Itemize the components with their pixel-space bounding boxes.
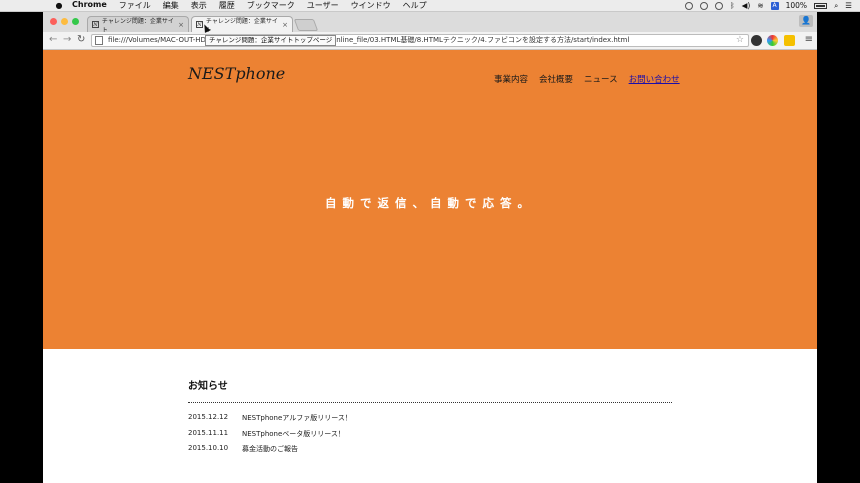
global-nav: 事業内容 会社概要 ニュース お問い合わせ xyxy=(494,73,680,85)
news-item: 2015.11.11 NESTphoneベータ版リリース！ xyxy=(188,429,672,445)
zoom-window-button[interactable] xyxy=(72,18,79,25)
notification-center-icon[interactable]: ☰ xyxy=(845,1,852,10)
favicon-icon: N xyxy=(92,21,99,28)
nav-contact[interactable]: お問い合わせ xyxy=(629,73,680,85)
browser-toolbar: ← → ↻ file:///Volumes/MAC-OUT-HD online_f… xyxy=(43,32,817,50)
profile-icon[interactable]: 👤 xyxy=(799,15,813,27)
tab-close-icon[interactable]: × xyxy=(282,21,288,29)
news-date: 2015.10.10 xyxy=(188,444,229,452)
battery-icon[interactable] xyxy=(814,2,828,9)
minimize-window-button[interactable] xyxy=(61,18,68,25)
tab-title: チャレンジ問題：企業サイト xyxy=(205,17,278,34)
extension-folder-icon[interactable] xyxy=(784,35,795,46)
menu-view[interactable]: 表示 xyxy=(185,0,213,11)
bookmark-star-icon[interactable]: ☆ xyxy=(736,35,744,46)
chrome-window: N チャレンジ問題：企業サイト × N チャレンジ問題：企業サイト × 👤 ← … xyxy=(43,12,817,483)
browser-tab[interactable]: N チャレンジ問題：企業サイト × xyxy=(87,16,189,34)
nav-business[interactable]: 事業内容 xyxy=(494,73,528,85)
reload-icon[interactable]: ↻ xyxy=(77,34,85,45)
window-controls xyxy=(50,18,79,25)
app-menu: Chrome ファイル 編集 表示 履歴 ブックマーク ユーザー ウインドウ ヘ… xyxy=(72,0,433,11)
chat-icon[interactable] xyxy=(700,1,709,10)
news-date: 2015.12.12 xyxy=(188,413,229,421)
menu-window[interactable]: ウインドウ xyxy=(345,0,397,11)
tab-title: チャレンジ問題：企業サイト xyxy=(101,17,174,34)
input-source-icon[interactable]: A xyxy=(770,1,779,10)
tab-strip: N チャレンジ問題：企業サイト × N チャレンジ問題：企業サイト × 👤 xyxy=(43,12,817,34)
nav-news[interactable]: ニュース xyxy=(584,73,618,85)
close-window-button[interactable] xyxy=(50,18,57,25)
tab-close-icon[interactable]: × xyxy=(178,21,184,29)
forward-icon[interactable]: → xyxy=(63,34,71,45)
status-area: ᛒ ◀) ≋ A 100% ⌕ ☰ xyxy=(685,0,852,11)
volume-icon[interactable]: ◀) xyxy=(742,1,751,10)
nav-company[interactable]: 会社概要 xyxy=(539,73,573,85)
news-date: 2015.11.11 xyxy=(188,428,229,437)
record-icon[interactable] xyxy=(685,1,694,10)
web-page: NESTphone 事業内容 会社概要 ニュース お問い合わせ 自動で返信、自動… xyxy=(43,50,817,483)
extension-dark-icon[interactable] xyxy=(751,35,762,46)
bluetooth-icon[interactable]: ᛒ xyxy=(730,1,735,10)
mac-menu-bar: ● Chrome ファイル 編集 表示 履歴 ブックマーク ユーザー ウインドウ… xyxy=(0,0,860,12)
url-text: file:///Volumes/MAC-OUT-HD online_file/03… xyxy=(108,36,630,44)
hero-tagline: 自動で返信、自動で応答。 xyxy=(325,196,535,210)
new-tab-button[interactable] xyxy=(293,19,319,31)
spotlight-icon[interactable]: ⌕ xyxy=(834,1,838,11)
news-item: 2015.10.10 募金活動のご報告 xyxy=(188,444,672,460)
tab-tooltip: チャレンジ問題：企業サイトトップページ xyxy=(205,35,337,46)
address-bar[interactable]: file:///Volumes/MAC-OUT-HD online_file/03… xyxy=(91,34,749,47)
menu-edit[interactable]: 編集 xyxy=(157,0,185,11)
page-icon xyxy=(95,36,103,45)
site-logo[interactable]: NESTphone xyxy=(188,64,285,83)
chrome-menu-icon[interactable]: ≡ xyxy=(805,34,813,45)
wifi-icon[interactable]: ≋ xyxy=(757,1,763,10)
menu-bookmarks[interactable]: ブックマーク xyxy=(241,0,301,11)
menu-help[interactable]: ヘルプ xyxy=(397,0,433,11)
menu-app-name[interactable]: Chrome xyxy=(72,0,113,11)
extension-color-icon[interactable] xyxy=(767,35,778,46)
news-title: NESTphoneベータ版リリース！ xyxy=(242,429,345,438)
menu-history[interactable]: 履歴 xyxy=(213,0,241,11)
menu-people[interactable]: ユーザー xyxy=(301,0,345,11)
apple-menu-icon[interactable]: ● xyxy=(55,1,63,10)
news-list: 2015.12.12 NESTphoneアルファ版リリース！ 2015.11.1… xyxy=(188,413,672,460)
battery-percent: 100% xyxy=(785,1,808,10)
news-title: NESTphoneアルファ版リリース！ xyxy=(242,414,352,422)
back-icon[interactable]: ← xyxy=(49,34,57,45)
news-divider xyxy=(188,402,672,403)
hero-section: NESTphone 事業内容 会社概要 ニュース お問い合わせ 自動で返信、自動… xyxy=(43,50,817,349)
time-machine-icon[interactable] xyxy=(715,1,724,10)
news-title: 募金活動のご報告 xyxy=(242,445,298,453)
news-heading: お知らせ xyxy=(188,381,228,392)
news-section: お知らせ 2015.12.12 NESTphoneアルファ版リリース！ 2015… xyxy=(188,377,672,460)
menu-file[interactable]: ファイル xyxy=(113,0,157,11)
news-item: 2015.12.12 NESTphoneアルファ版リリース！ xyxy=(188,413,672,429)
